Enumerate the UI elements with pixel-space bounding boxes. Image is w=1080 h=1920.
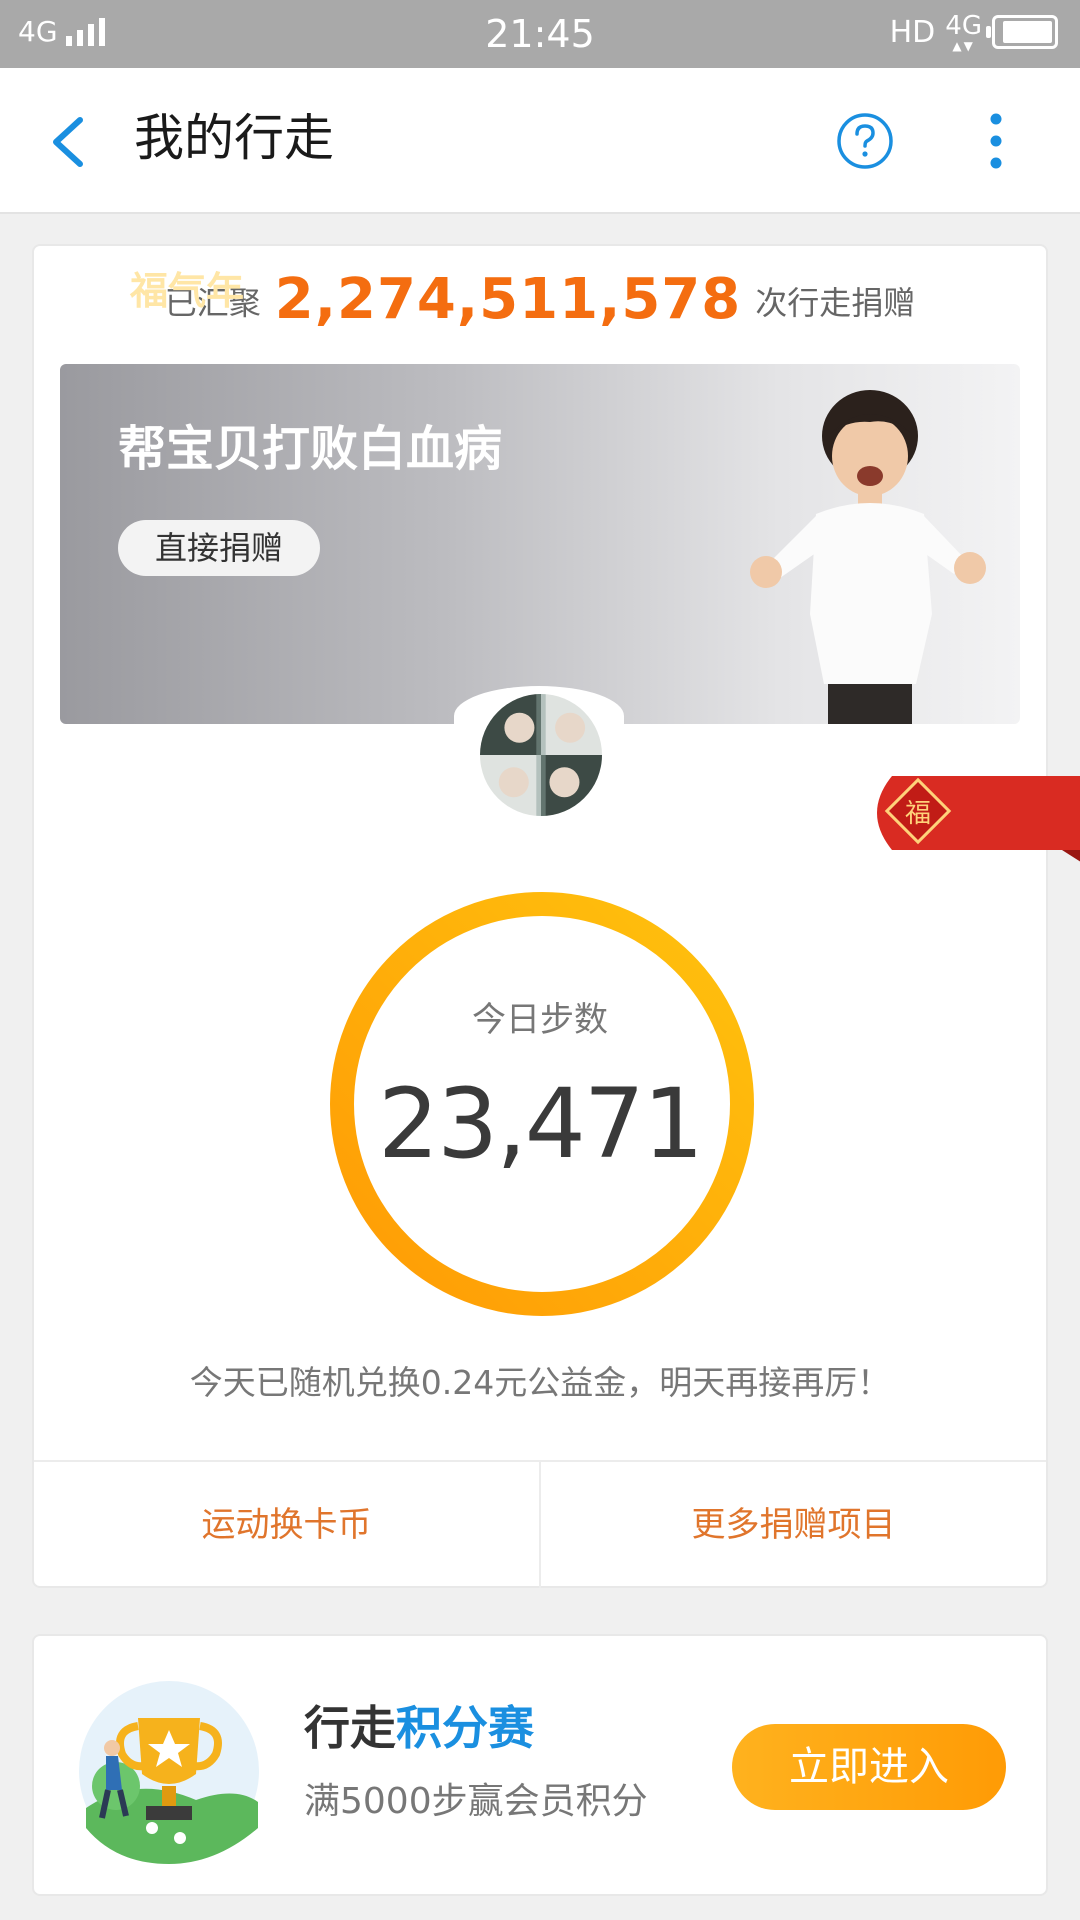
title-part-1: 行走 — [304, 1701, 396, 1755]
exchange-note: 今天已随机兑换0.24元公益金，明天再接再厉！ — [189, 1363, 891, 1402]
user-avatar[interactable] — [476, 690, 606, 820]
more-vertical-icon[interactable] — [976, 110, 1016, 172]
data-indicator: 4G ▲▼ — [945, 12, 982, 52]
data-type-label: 4G — [945, 11, 982, 41]
points-race-card[interactable]: 行走积分赛 满5000步赢会员积分 立即进入 — [32, 1634, 1048, 1896]
direct-donate-button[interactable]: 直接捐赠 — [118, 520, 320, 576]
points-race-subtitle: 满5000步赢会员积分 — [304, 1781, 648, 1822]
data-arrows-icon: ▲▼ — [952, 39, 975, 53]
festival-tag[interactable]: 福 — [862, 772, 1080, 868]
app-header: 我的行走 — [0, 68, 1080, 214]
child-image — [750, 390, 986, 724]
total-count: 2,274,511,578 — [274, 267, 742, 332]
festival-tag-label: 福气年 — [130, 269, 245, 313]
help-icon[interactable] — [836, 112, 894, 170]
battery-icon — [986, 15, 1058, 49]
points-race-title: 行走积分赛 — [304, 1698, 534, 1758]
walking-card: 已汇聚 2,274,511,578 次行走捐赠 帮宝贝打败白血病 直接捐赠 福 … — [32, 244, 1080, 1588]
status-right: HD 4G ▲▼ — [890, 12, 1058, 52]
more-donations-button[interactable]: 更多捐赠项目 — [539, 1462, 1046, 1588]
svg-text:福: 福 — [905, 799, 931, 829]
steps-count: 23,471 — [378, 1068, 704, 1180]
exchange-coins-button[interactable]: 运动换卡币 — [34, 1462, 539, 1588]
banner-title: 帮宝贝打败白血病 — [118, 421, 503, 477]
page-title: 我的行走 — [134, 109, 334, 167]
charity-banner[interactable]: 帮宝贝打败白血病 直接捐赠 — [60, 364, 1020, 724]
hd-indicator: HD — [889, 14, 936, 50]
title-part-2: 积分赛 — [396, 1701, 534, 1755]
status-bar: 4G 21:45 HD 4G ▲▼ — [0, 0, 1080, 68]
trophy-icon — [79, 1681, 259, 1864]
action-bar: 运动换卡币 更多捐赠项目 — [34, 1460, 1046, 1588]
enter-now-button[interactable]: 立即进入 — [732, 1724, 1006, 1810]
back-arrow-icon[interactable] — [44, 112, 94, 172]
steps-label: 今日步数 — [472, 1000, 608, 1040]
battery-fill — [1003, 21, 1052, 43]
total-suffix: 次行走捐赠 — [755, 284, 916, 322]
